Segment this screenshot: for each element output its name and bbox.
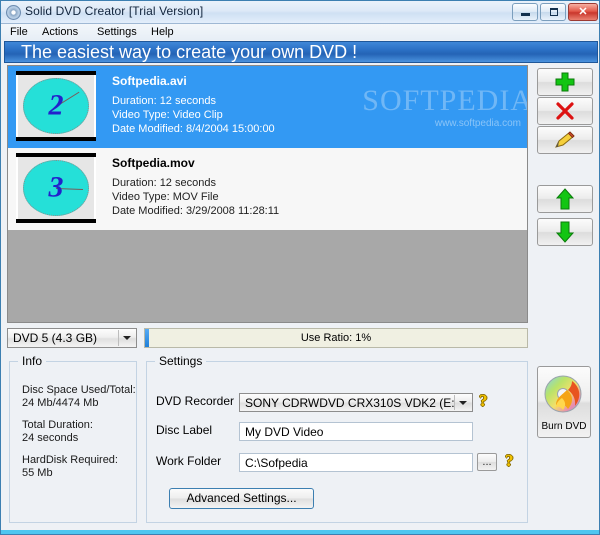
menu-item-help[interactable]: Help: [148, 25, 177, 39]
arrow-up-icon: [556, 188, 574, 210]
menu-bar: File Actions Settings Help: [1, 24, 599, 40]
list-item-details: Duration: 12 seconds Video Type: MOV Fil…: [112, 176, 279, 218]
close-button[interactable]: ✕: [568, 3, 598, 21]
dvd-recorder-value: SONY CDRWDVD CRX310S VDK2 (E:): [245, 395, 459, 410]
edit-item-button[interactable]: [537, 126, 593, 154]
bottom-accent-bar: [1, 530, 599, 534]
list-item-videotype: Video Type: MOV File: [112, 191, 219, 203]
harddisk-required-label: HardDisk Required:: [22, 454, 118, 466]
watermark-subtext: www.softpedia.com: [434, 118, 521, 129]
info-group-title: Info: [18, 354, 47, 368]
thumbnail-image: 3: [18, 157, 94, 219]
thumbnail-letterbox-bottom: [16, 137, 96, 141]
file-list[interactable]: 2 Softpedia.avi Duration: 12 seconds Vid…: [7, 65, 528, 323]
maximize-icon: [550, 8, 558, 16]
maximize-button[interactable]: [540, 3, 566, 21]
move-down-button[interactable]: [537, 218, 593, 246]
work-folder-value: C:\Sofpedia: [245, 455, 308, 470]
chevron-down-icon[interactable]: [454, 395, 471, 410]
work-folder-browse-button[interactable]: ...: [477, 453, 497, 471]
info-group: Info Disc Space Used/Total: 24 Mb/4474 M…: [9, 354, 137, 523]
thumbnail: 3: [16, 153, 96, 223]
burn-dvd-label: Burn DVD: [541, 421, 587, 432]
promo-banner-text: The easiest way to create your own DVD !: [21, 42, 358, 62]
clock-face-icon: 2: [23, 78, 89, 134]
disc-space-value: 24 Mb/4474 Mb: [22, 397, 99, 409]
burn-disc-icon: [544, 375, 582, 413]
cross-icon: [556, 102, 574, 120]
title-bar: Solid DVD Creator [Trial Version] ✕: [1, 1, 599, 24]
application-window: Solid DVD Creator [Trial Version] ✕ File…: [0, 0, 600, 535]
add-item-button[interactable]: [537, 68, 593, 96]
disc-size-value: DVD 5 (4.3 GB): [13, 331, 98, 345]
dvd-recorder-select[interactable]: SONY CDRWDVD CRX310S VDK2 (E:): [239, 393, 473, 412]
list-item-duration: Duration: 12 seconds: [112, 95, 216, 107]
pencil-icon: [555, 131, 575, 148]
list-item[interactable]: 3 Softpedia.mov Duration: 12 seconds Vid…: [8, 148, 527, 230]
minimize-icon: [521, 13, 530, 16]
disc-size-select[interactable]: DVD 5 (4.3 GB): [7, 328, 137, 348]
disc-label-value: My DVD Video: [245, 424, 324, 439]
disc-space-label: Disc Space Used/Total:: [22, 384, 136, 396]
dvd-recorder-help-icon[interactable]: ?: [479, 392, 488, 409]
thumbnail-letterbox-bottom: [16, 219, 96, 223]
list-item-videotype: Video Type: Video Clip: [112, 109, 223, 121]
disc-icon: [6, 5, 21, 20]
move-up-button[interactable]: [537, 185, 593, 213]
menu-item-actions[interactable]: Actions: [39, 25, 81, 39]
harddisk-required-value: 55 Mb: [22, 467, 53, 479]
thumbnail-number: 3: [48, 170, 64, 204]
list-item[interactable]: 2 Softpedia.avi Duration: 12 seconds Vid…: [8, 66, 527, 148]
list-item-title: Softpedia.avi: [112, 74, 187, 88]
menu-item-file[interactable]: File: [7, 25, 31, 39]
window-controls: ✕: [512, 3, 598, 21]
settings-group-title: Settings: [155, 354, 207, 368]
disc-label-label: Disc Label: [156, 423, 213, 437]
window-title: Solid DVD Creator [Trial Version]: [25, 4, 204, 18]
use-ratio-progressbar: Use Ratio: 1%: [144, 328, 528, 348]
thumbnail-image: 2: [18, 75, 94, 137]
burn-dvd-button[interactable]: Burn DVD: [537, 366, 591, 438]
chevron-down-icon[interactable]: [118, 330, 135, 346]
thumbnail: 2: [16, 71, 96, 141]
total-duration-label: Total Duration:: [22, 419, 93, 431]
dvd-recorder-label: DVD Recorder: [156, 394, 235, 408]
list-item-details: Duration: 12 seconds Video Type: Video C…: [112, 94, 275, 136]
remove-item-button[interactable]: [537, 97, 593, 125]
minimize-button[interactable]: [512, 3, 538, 21]
list-item-date: Date Modified: 8/4/2004 15:00:00: [112, 123, 275, 135]
work-folder-label: Work Folder: [156, 454, 222, 468]
watermark-text: SOFTPEDIA: [362, 84, 527, 117]
work-folder-help-icon[interactable]: ?: [505, 452, 514, 469]
use-ratio-label: Use Ratio: 1%: [300, 332, 372, 344]
disc-label-input[interactable]: My DVD Video: [239, 422, 473, 441]
thumbnail-number: 2: [48, 88, 64, 122]
plus-icon: [555, 72, 575, 92]
list-item-title: Softpedia.mov: [112, 156, 195, 170]
promo-banner: The easiest way to create your own DVD !: [4, 41, 598, 63]
list-item-date: Date Modified: 3/29/2008 11:28:11: [112, 205, 280, 217]
clock-face-icon: 3: [23, 160, 89, 216]
close-icon: ✕: [578, 6, 588, 18]
advanced-settings-button[interactable]: Advanced Settings...: [169, 488, 314, 509]
list-item-duration: Duration: 12 seconds: [112, 177, 216, 189]
work-folder-input[interactable]: C:\Sofpedia: [239, 453, 473, 472]
arrow-down-icon: [556, 221, 574, 243]
menu-item-settings[interactable]: Settings: [94, 25, 140, 39]
total-duration-value: 24 seconds: [22, 432, 79, 444]
